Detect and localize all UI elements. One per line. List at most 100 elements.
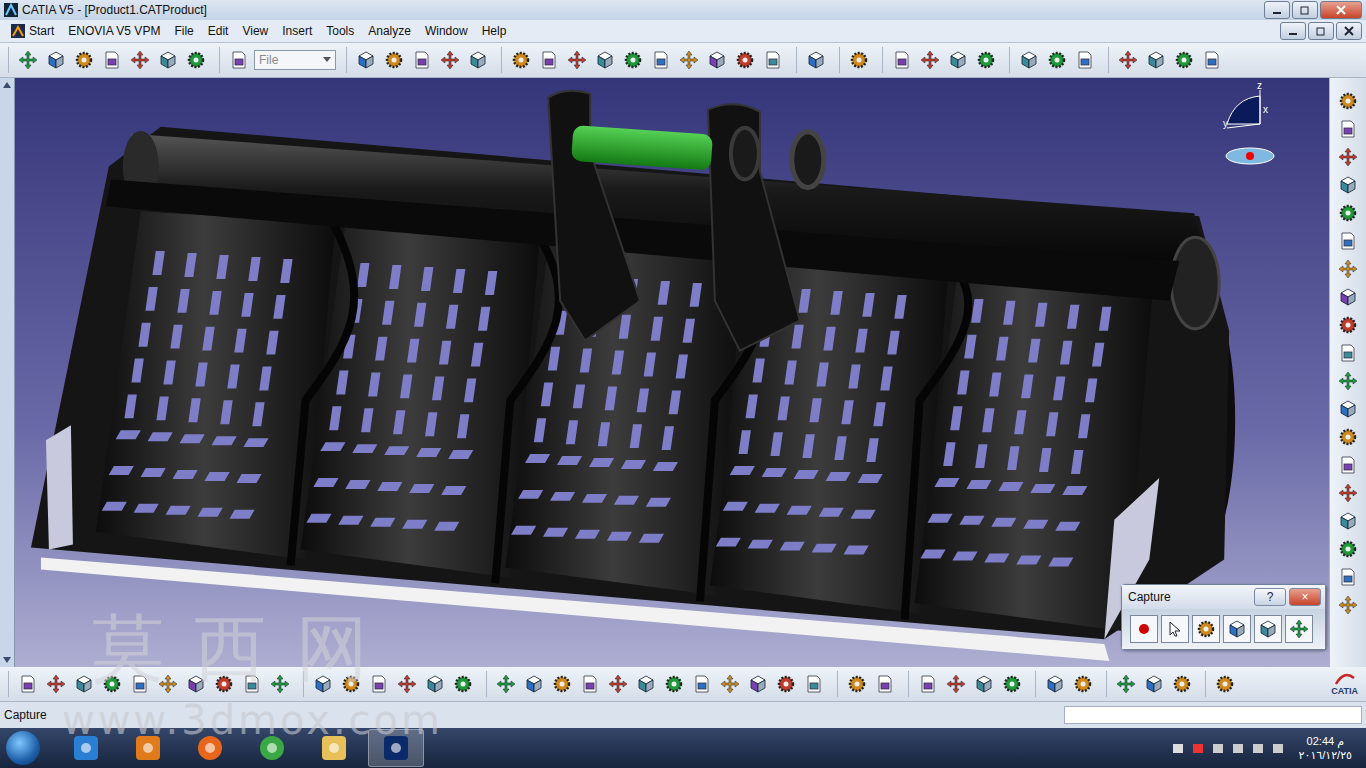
- toolbar-button[interactable]: [1335, 312, 1361, 338]
- menu-item[interactable]: Edit: [201, 22, 236, 40]
- toolbar-button[interactable]: [889, 47, 915, 73]
- toolbar-button[interactable]: [437, 47, 463, 73]
- toolbar-button[interactable]: [1113, 671, 1139, 697]
- toolbar-button[interactable]: [1072, 47, 1098, 73]
- command-field[interactable]: [1064, 706, 1362, 724]
- menu-item[interactable]: Tools: [319, 22, 361, 40]
- toolbar-button[interactable]: [1335, 284, 1361, 310]
- toolbar-button[interactable]: [366, 671, 392, 697]
- toolbar-button[interactable]: [801, 671, 827, 697]
- tray-icon[interactable]: [1191, 741, 1205, 755]
- toolbar-button[interactable]: [226, 47, 252, 73]
- toolbar-button[interactable]: [422, 671, 448, 697]
- toolbar-button[interactable]: [43, 671, 69, 697]
- toolbar-button[interactable]: [267, 671, 293, 697]
- toolbar-button[interactable]: [1141, 671, 1167, 697]
- toolbar-button[interactable]: [549, 671, 575, 697]
- toolbar-button[interactable]: [1044, 47, 1070, 73]
- toolbar-button[interactable]: [536, 47, 562, 73]
- toolbar-button[interactable]: [915, 671, 941, 697]
- toolbar-button[interactable]: [732, 47, 758, 73]
- toolbar-button[interactable]: [945, 47, 971, 73]
- toolbar-button[interactable]: [15, 47, 41, 73]
- toolbar-button[interactable]: [155, 671, 181, 697]
- toolbar-button[interactable]: [1335, 200, 1361, 226]
- toolbar-button[interactable]: [1169, 671, 1195, 697]
- restore-button[interactable]: [1292, 1, 1318, 19]
- toolbar-button[interactable]: [353, 47, 379, 73]
- toolbar-button[interactable]: [760, 47, 786, 73]
- taskbar-app[interactable]: [182, 729, 238, 767]
- menu-item[interactable]: Window: [418, 22, 475, 40]
- menu-item[interactable]: Insert: [275, 22, 319, 40]
- toolbar-button[interactable]: [1335, 424, 1361, 450]
- toolbar-button[interactable]: [564, 47, 590, 73]
- toolbar-button[interactable]: [872, 671, 898, 697]
- toolbar-button[interactable]: [971, 671, 997, 697]
- toolbar-button[interactable]: [239, 671, 265, 697]
- toolbar-button[interactable]: [409, 47, 435, 73]
- toolbar-button[interactable]: [127, 47, 153, 73]
- toolbar-button[interactable]: [508, 47, 534, 73]
- tray-icon[interactable]: [1251, 741, 1265, 755]
- toolbar-button[interactable]: [917, 47, 943, 73]
- clock[interactable]: 02:44 م٢٠١٦/١٢/٢٥: [1291, 734, 1360, 762]
- toolbar-button[interactable]: [450, 671, 476, 697]
- toolbar-button[interactable]: [846, 47, 872, 73]
- tray-icon[interactable]: [1231, 741, 1245, 755]
- toolbar-button[interactable]: [1335, 256, 1361, 282]
- taskbar-app[interactable]: [58, 729, 114, 767]
- toolbar-button[interactable]: [394, 671, 420, 697]
- close-button[interactable]: [1320, 1, 1362, 19]
- capture-option-button[interactable]: [1223, 615, 1251, 643]
- toolbar-button[interactable]: [620, 47, 646, 73]
- toolbar-button[interactable]: [633, 671, 659, 697]
- taskbar-app[interactable]: [368, 729, 424, 767]
- toolbar-button[interactable]: [943, 671, 969, 697]
- toolbar-button[interactable]: [183, 47, 209, 73]
- toolbar-button[interactable]: [1335, 172, 1361, 198]
- toolbar-button[interactable]: [1335, 396, 1361, 422]
- toolbar-button[interactable]: [704, 47, 730, 73]
- toolbar-button[interactable]: [803, 47, 829, 73]
- toolbar-button[interactable]: [1335, 88, 1361, 114]
- toolbar-button[interactable]: [1335, 536, 1361, 562]
- toolbar-button[interactable]: [1199, 47, 1225, 73]
- toolbar-button[interactable]: [773, 671, 799, 697]
- record-button[interactable]: [1130, 615, 1158, 643]
- toolbar-button[interactable]: [1335, 228, 1361, 254]
- toolbar-button[interactable]: [577, 671, 603, 697]
- toolbar-button[interactable]: [310, 671, 336, 697]
- tray-icon[interactable]: [1211, 741, 1225, 755]
- minimize-button[interactable]: [1264, 1, 1290, 19]
- toolbar-button[interactable]: [999, 671, 1025, 697]
- toolbar-button[interactable]: [211, 671, 237, 697]
- toolbar-button[interactable]: [676, 47, 702, 73]
- select-button[interactable]: [1161, 615, 1189, 643]
- toolbar-button[interactable]: [717, 671, 743, 697]
- menu-item[interactable]: View: [235, 22, 275, 40]
- toolbar-button[interactable]: [1070, 671, 1096, 697]
- toolbar-button[interactable]: [689, 671, 715, 697]
- toolbar-button[interactable]: [1335, 592, 1361, 618]
- toolbar-button[interactable]: [43, 47, 69, 73]
- capture-option-button[interactable]: [1285, 615, 1313, 643]
- toolbar-button[interactable]: [1335, 480, 1361, 506]
- toolbar-button[interactable]: [1335, 116, 1361, 142]
- toolbar-button[interactable]: [1335, 508, 1361, 534]
- toolbar-button[interactable]: [1335, 340, 1361, 366]
- doc-close-button[interactable]: [1336, 22, 1362, 40]
- 3d-canvas[interactable]: zxyCapture?×: [15, 78, 1329, 667]
- menu-item[interactable]: File: [167, 22, 200, 40]
- doc-minimize-button[interactable]: [1280, 22, 1306, 40]
- toolbar-button[interactable]: [661, 671, 687, 697]
- toolbar-button[interactable]: [15, 671, 41, 697]
- toolbar-button[interactable]: [1171, 47, 1197, 73]
- taskbar-app[interactable]: [244, 729, 300, 767]
- toolbar-button[interactable]: [592, 47, 618, 73]
- toolbar-button[interactable]: [338, 671, 364, 697]
- toolbar-button[interactable]: [493, 671, 519, 697]
- menu-item[interactable]: ENOVIA V5 VPM: [61, 22, 167, 40]
- taskbar-app[interactable]: [306, 729, 362, 767]
- toolbar-button[interactable]: [465, 47, 491, 73]
